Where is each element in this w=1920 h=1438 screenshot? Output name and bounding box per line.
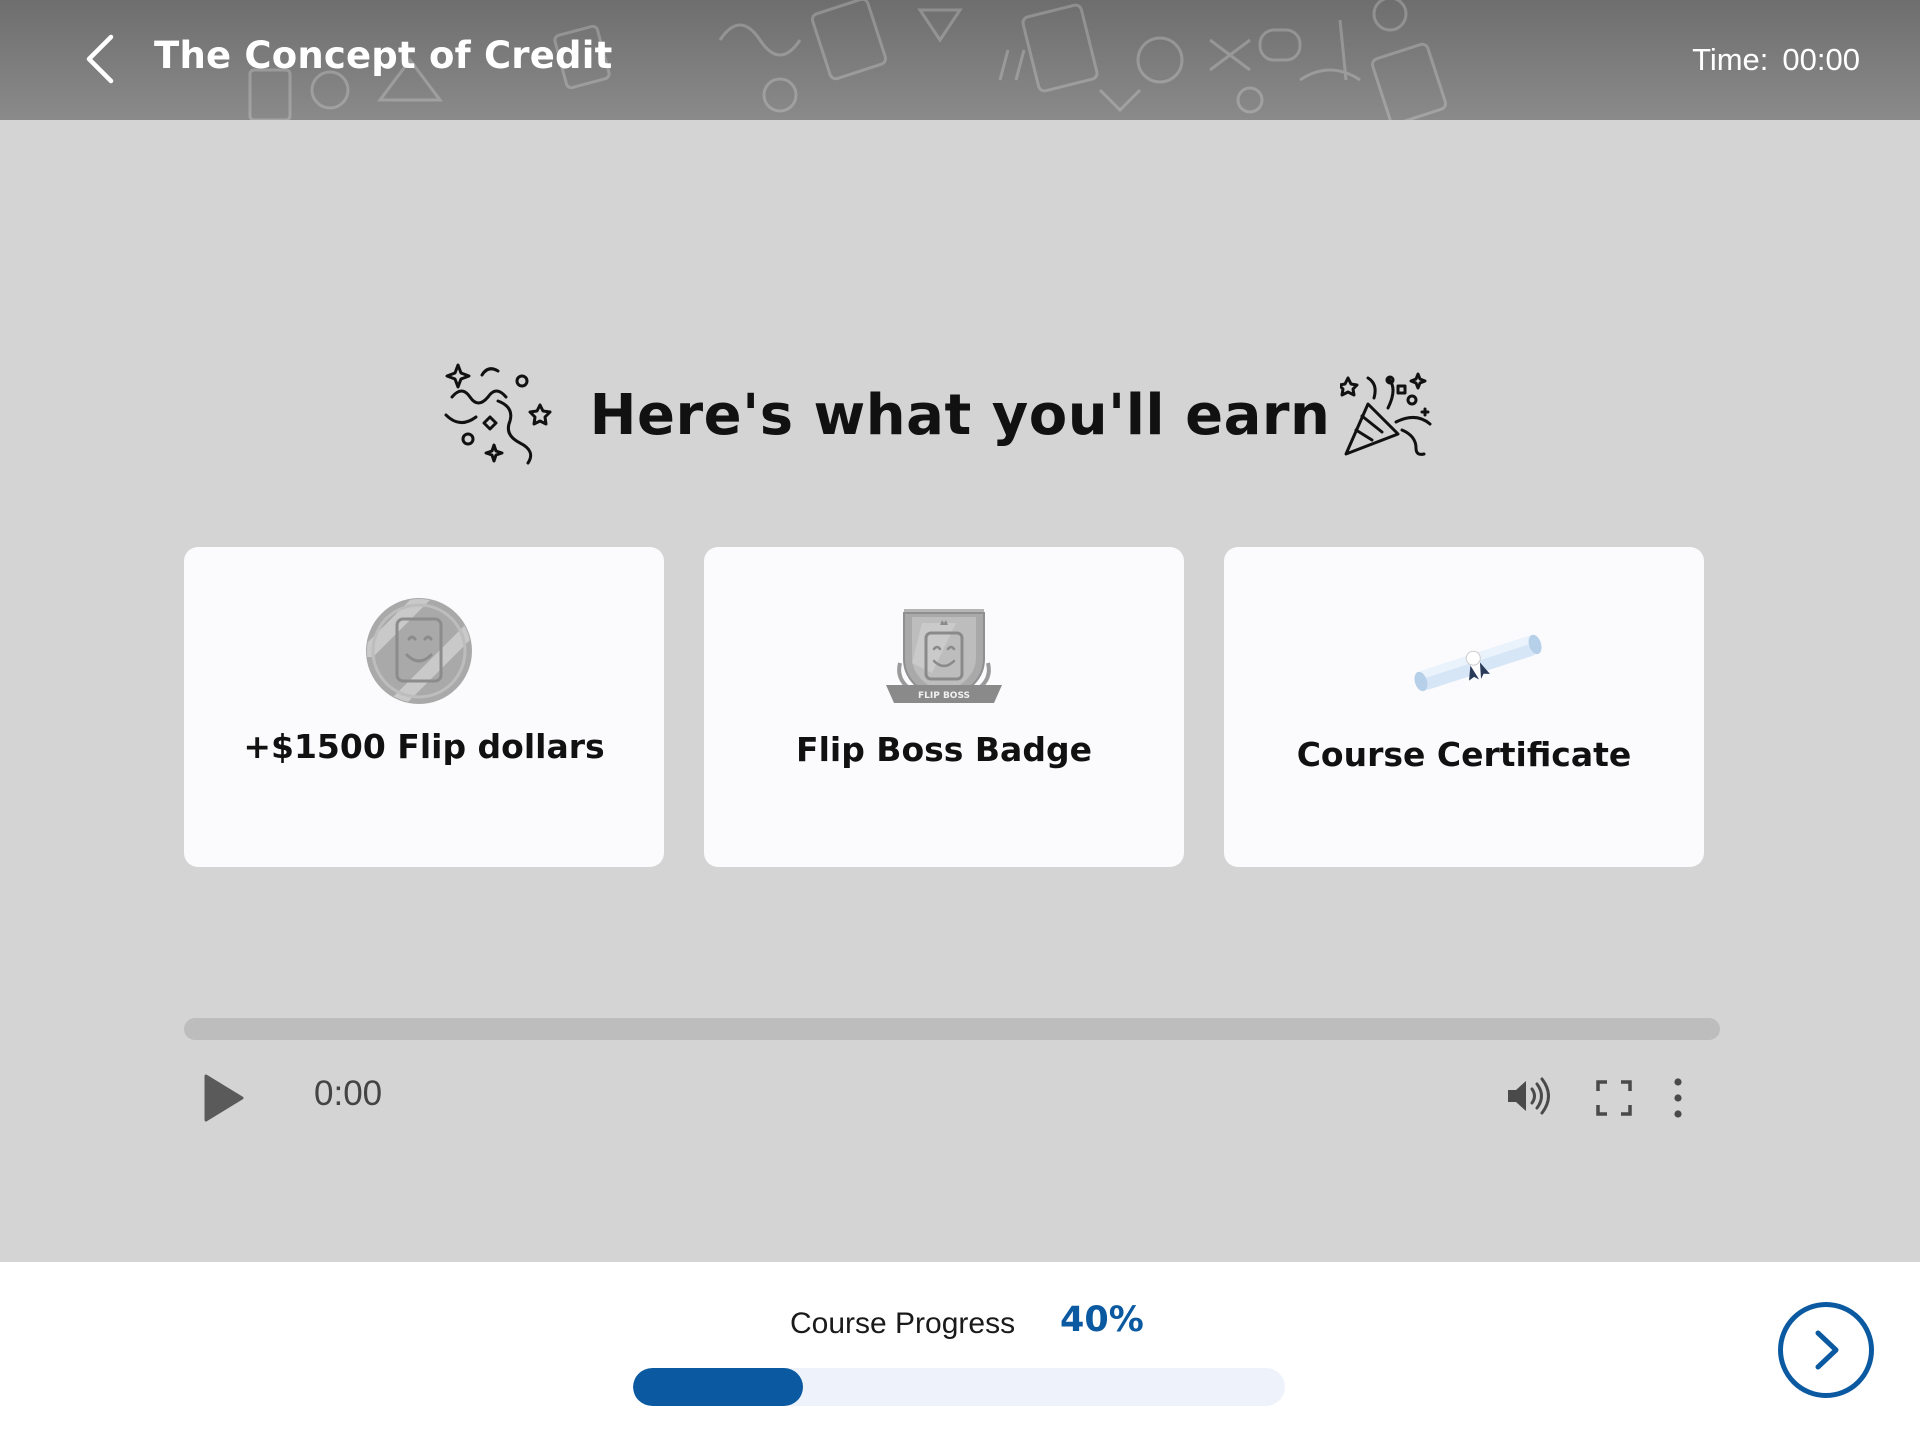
reward-card-flip-dollars: +$1500 Flip dollars	[184, 547, 664, 867]
fullscreen-icon	[1596, 1080, 1632, 1116]
reward-label: Course Certificate	[1296, 735, 1632, 774]
audio-seek-bar[interactable]	[184, 1018, 1720, 1040]
reward-label: +$1500 Flip dollars	[243, 727, 605, 766]
more-vertical-icon	[1674, 1078, 1682, 1118]
footer-bar: Course Progress 40%	[0, 1262, 1920, 1438]
course-progress-fill	[633, 1368, 803, 1406]
back-button[interactable]	[70, 26, 130, 92]
coin-icon	[366, 598, 472, 704]
course-progress-percent: 40%	[1060, 1300, 1144, 1340]
lesson-page: The Concept of Credit Time: 00:00 Here's…	[0, 0, 1920, 1438]
play-icon	[204, 1074, 244, 1122]
timer-value: 00:00	[1782, 42, 1860, 77]
badge-icon: FLIP BOSS	[886, 609, 1002, 703]
course-progress-label: Course Progress	[790, 1307, 1016, 1340]
course-progress-track	[633, 1368, 1285, 1406]
badge-ribbon-text: FLIP BOSS	[918, 691, 970, 701]
next-button[interactable]	[1778, 1302, 1874, 1398]
scroll-icon	[1414, 634, 1542, 692]
earn-title: Here's what you'll earn	[589, 382, 1331, 448]
fullscreen-button[interactable]	[1594, 1078, 1634, 1118]
audio-current-time: 0:00	[314, 1074, 383, 1113]
timer: Time: 00:00	[1692, 42, 1860, 78]
timer-label: Time:	[1692, 42, 1769, 77]
page-title: The Concept of Credit	[154, 34, 613, 77]
reward-card-course-certificate: Course Certificate	[1224, 547, 1704, 867]
audio-player: 0:00	[184, 1018, 1720, 1158]
reward-label: Flip Boss Badge	[796, 730, 1092, 769]
rewards-list: +$1500 Flip dollars FLIP BOSS Flip Boss …	[184, 547, 1704, 867]
party-popper-icon	[1340, 372, 1432, 456]
chevron-right-icon	[1815, 1330, 1839, 1370]
header-bar: The Concept of Credit Time: 00:00	[0, 0, 1920, 120]
more-options-button[interactable]	[1666, 1074, 1690, 1122]
play-button[interactable]	[194, 1068, 250, 1128]
earn-heading: Here's what you'll earn	[0, 370, 1920, 460]
reward-card-flip-boss-badge: FLIP BOSS Flip Boss Badge	[704, 547, 1184, 867]
chevron-left-icon	[86, 34, 114, 84]
volume-icon	[1508, 1077, 1550, 1115]
volume-button[interactable]	[1504, 1074, 1550, 1118]
